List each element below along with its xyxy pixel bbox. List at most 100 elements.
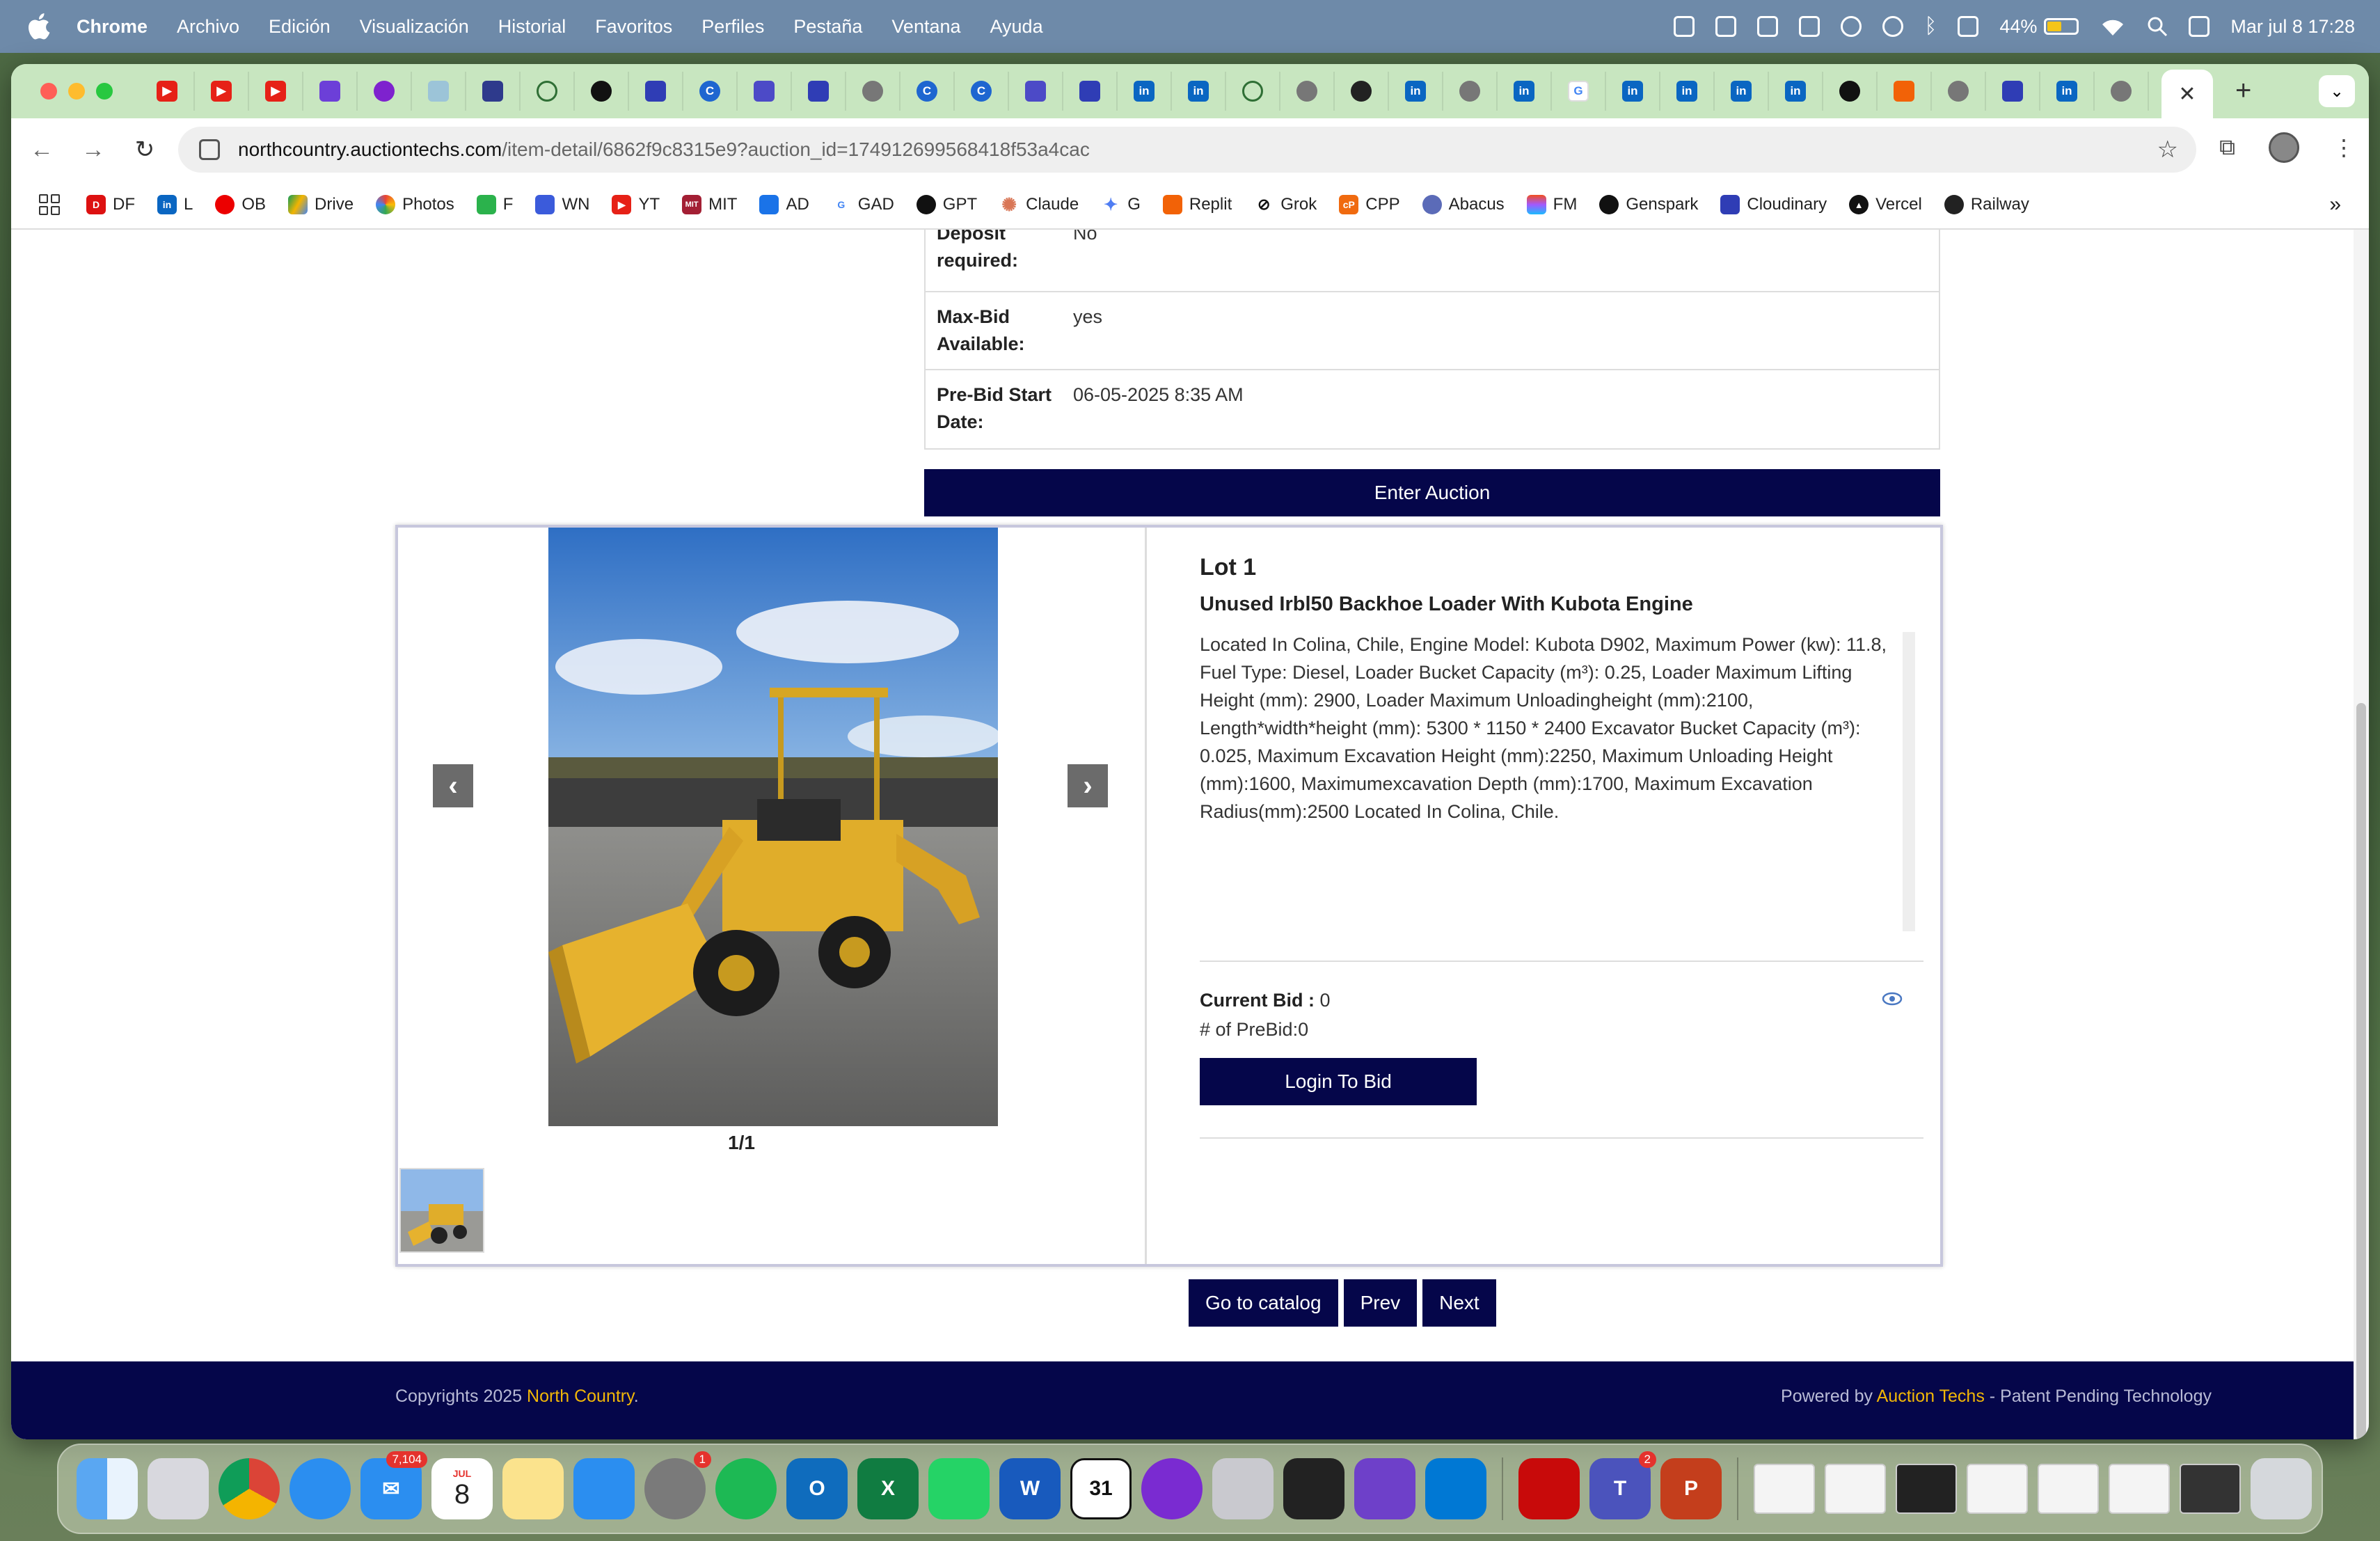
iphone-mirroring-icon[interactable] [1212,1458,1274,1519]
play-status-icon[interactable] [1841,16,1862,37]
tab-21[interactable] [1226,72,1280,111]
menu-favoritos[interactable]: Favoritos [595,16,672,38]
menu-app-name[interactable]: Chrome [77,16,148,38]
active-tab-close-icon[interactable]: ✕ [2161,70,2213,118]
bookmark-replit[interactable]: Replit [1162,195,1232,214]
apps-grid-icon[interactable] [39,194,60,215]
menu-historial[interactable]: Historial [498,16,566,38]
recent-document-7[interactable] [2180,1464,2241,1514]
notes-icon[interactable] [502,1458,564,1519]
menu-ayuda[interactable]: Ayuda [990,16,1043,38]
next-lot-button[interactable]: Next [1422,1279,1496,1327]
reload-icon[interactable]: ↻ [124,136,166,164]
recent-document-2[interactable] [1825,1464,1886,1514]
close-window-button[interactable] [40,83,57,100]
launchpad-icon[interactable] [148,1458,209,1519]
system-settings-icon[interactable]: 1 [644,1451,711,1519]
tab-10[interactable] [629,72,683,111]
tab-8[interactable] [521,72,575,111]
bookmark-mit[interactable]: MIT MIT [682,195,737,214]
acrobat-icon[interactable] [1518,1458,1580,1519]
bookmark-genspark[interactable]: Genspark [1599,195,1698,214]
tab-16[interactable]: C [955,72,1009,111]
description-scrollbar[interactable] [1903,632,1915,931]
tab-26[interactable]: in [1498,72,1552,111]
bookmark-abacus[interactable]: Abacus [1422,195,1505,214]
bookmark-fm[interactable]: FM [1526,195,1577,214]
scrollbar-thumb[interactable] [2356,703,2366,1439]
calendar-icon[interactable]: JUL 8 [431,1458,493,1519]
recent-document-1[interactable] [1754,1464,1815,1514]
profile-avatar[interactable] [2269,132,2299,163]
menu-visualizacion[interactable]: Visualización [360,16,469,38]
bookmark-cloudinary[interactable]: Cloudinary [1720,195,1827,214]
page-scrollbar[interactable] [2354,230,2369,1439]
tab-youtube-1[interactable]: ▶ [141,72,195,111]
mail-icon[interactable]: ✉ 7,104 [360,1451,427,1519]
bookmark-claude[interactable]: ✺ Claude [999,194,1079,215]
bookmark-f[interactable]: F [476,195,513,214]
github-desktop-icon[interactable] [1354,1458,1415,1519]
tab-9[interactable] [575,72,629,111]
bookmark-g[interactable]: ✦ G [1101,195,1141,214]
battery-indicator[interactable]: 44% [1999,16,2079,38]
tab-5[interactable] [358,72,412,111]
bookmark-cpp[interactable]: cP CPP [1339,195,1400,214]
more-bookmarks-chevron-icon[interactable]: » [2329,193,2341,216]
spotify-icon[interactable] [715,1458,777,1519]
tab-youtube-3[interactable]: ▶ [249,72,303,111]
tab-20[interactable]: in [1172,72,1226,111]
trash-icon[interactable] [2251,1458,2312,1519]
forward-arrow-icon[interactable]: → [72,136,114,164]
recent-document-3[interactable] [1896,1464,1957,1514]
bookmark-vercel[interactable]: ▲ Vercel [1849,195,1922,214]
tab-32[interactable] [1823,72,1878,111]
bookmark-wn[interactable]: WN [535,195,589,214]
tab-11[interactable]: C [683,72,738,111]
tab-27[interactable]: G [1552,72,1606,111]
lot-main-photo[interactable] [548,528,998,1126]
bookmark-gad[interactable]: G GAD [831,195,894,214]
bookmark-star-icon[interactable]: ☆ [2157,136,2178,164]
recent-document-4[interactable] [1967,1464,2028,1514]
site-settings-icon[interactable] [199,139,220,160]
bookmark-drive[interactable]: Drive [288,195,354,214]
screen-recorder-icon[interactable] [1141,1458,1203,1519]
excel-icon[interactable]: X [857,1458,919,1519]
tab-25[interactable] [1443,72,1498,111]
login-to-bid-button[interactable]: Login To Bid [1200,1058,1477,1105]
bluetooth-icon[interactable]: ᛒ [1924,15,1937,38]
apple-menu-icon[interactable] [25,11,56,42]
eye-icon[interactable] [1882,991,1903,1006]
finder-icon[interactable] [77,1458,138,1519]
tab-24[interactable]: in [1389,72,1443,111]
menu-edicion[interactable]: Edición [269,16,331,38]
recent-document-6[interactable] [2109,1464,2170,1514]
bookmark-ad[interactable]: AD [759,195,809,214]
tab-37[interactable] [2095,72,2149,111]
company-link[interactable]: North Country [527,1386,634,1406]
extensions-puzzle-icon[interactable]: ⧉ [2219,134,2235,161]
search-icon[interactable] [2147,16,2168,37]
tab-23[interactable] [1335,72,1389,111]
bookmark-gpt[interactable]: GPT [916,195,977,214]
tab-28[interactable]: in [1606,72,1660,111]
prev-lot-button[interactable]: Prev [1343,1279,1418,1327]
teams-status-icon[interactable] [1715,16,1737,37]
menu-ventana[interactable]: Ventana [891,16,960,38]
chrome-icon[interactable] [219,1458,280,1519]
next-photo-arrow-icon[interactable]: › [1068,764,1108,807]
outlook-status-icon[interactable] [1674,16,1695,37]
safari-icon[interactable] [289,1458,351,1519]
tab-31[interactable]: in [1769,72,1823,111]
tab-6[interactable] [412,72,466,111]
photo-thumbnail[interactable] [399,1168,484,1253]
tab-17[interactable] [1009,72,1063,111]
replit-app-icon[interactable] [1283,1458,1344,1519]
tab-7[interactable] [466,72,521,111]
new-tab-plus-icon[interactable]: + [2235,75,2251,106]
tab-4[interactable] [303,72,358,111]
minimize-window-button[interactable] [68,83,85,100]
bookmark-photos[interactable]: Photos [376,195,454,214]
outlook-icon[interactable]: O [786,1458,848,1519]
